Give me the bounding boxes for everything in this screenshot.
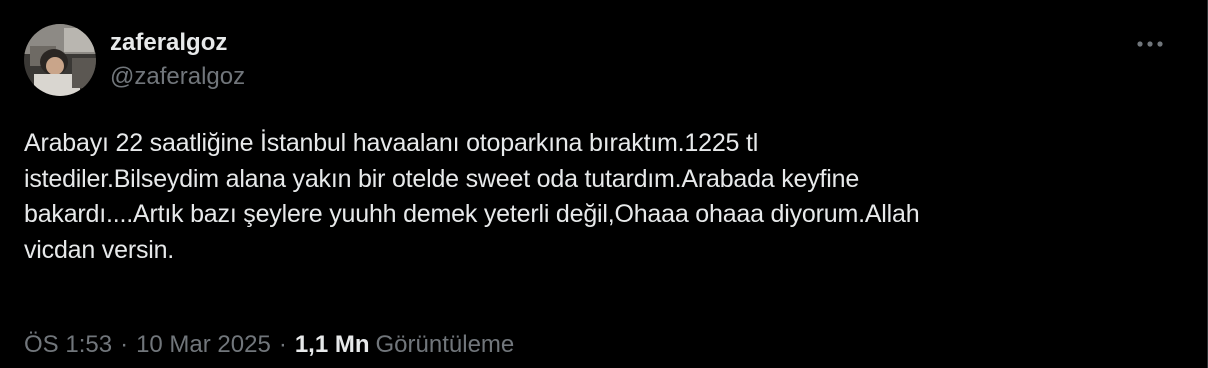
avatar[interactable] [24, 24, 96, 96]
views-label: Görüntüleme [375, 331, 515, 358]
views-count[interactable]: 1,1 Mn [295, 330, 370, 360]
tweet-time[interactable]: ÖS 1:53 [24, 330, 112, 360]
meta-separator: · [120, 331, 129, 358]
user-names: zaferalgoz @zaferalgoz [110, 22, 245, 92]
tweet-meta: ÖS 1:53 · 10 Mar 2025 · 1,1 Mn Görüntüle… [24, 330, 514, 360]
tweet-text: Arabayı 22 saatliğine İstanbul havaalanı… [24, 129, 920, 264]
more-options-button[interactable] [1132, 32, 1168, 56]
meta-separator: · [278, 331, 287, 358]
user-handle[interactable]: @zaferalgoz [110, 62, 245, 92]
tweet-header: zaferalgoz @zaferalgoz [24, 22, 1174, 102]
display-name[interactable]: zaferalgoz [110, 28, 245, 58]
tweet: zaferalgoz @zaferalgoz Arabayı 22 saatli… [24, 22, 1174, 358]
more-horizontal-icon [1137, 41, 1163, 47]
tweet-date[interactable]: 10 Mar 2025 [136, 330, 271, 360]
avatar-image [24, 24, 96, 96]
